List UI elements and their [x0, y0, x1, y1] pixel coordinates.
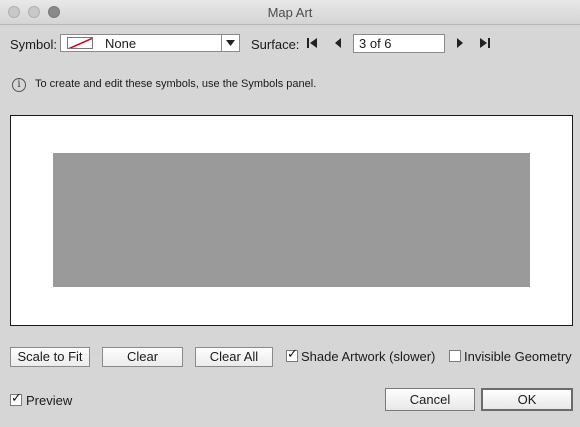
- preview-label: Preview: [26, 393, 73, 408]
- invisible-geometry-label: Invisible Geometry: [464, 349, 572, 364]
- cancel-button[interactable]: Cancel: [385, 388, 475, 411]
- scale-to-fit-button[interactable]: Scale to Fit: [10, 347, 90, 367]
- map-art-dialog: Map Art Symbol: None Surface: 3 of 6 i T…: [0, 0, 580, 427]
- shade-artwork-checkbox[interactable]: ✓: [286, 346, 298, 362]
- clear-all-button[interactable]: Clear All: [195, 347, 273, 367]
- window-title: Map Art: [267, 5, 313, 20]
- shade-artwork-label: Shade Artwork (slower): [301, 349, 436, 364]
- surface-number-field[interactable]: 3 of 6: [353, 34, 445, 53]
- surface-label: Surface:: [251, 37, 300, 52]
- first-icon: [306, 37, 318, 49]
- none-swatch-icon: [67, 37, 93, 49]
- clear-button[interactable]: Clear: [102, 347, 183, 367]
- first-surface-button[interactable]: [306, 37, 318, 49]
- chevron-down-icon[interactable]: [221, 35, 239, 51]
- info-message: To create and edit these symbols, use th…: [35, 78, 317, 90]
- artwork-preview[interactable]: [10, 115, 573, 326]
- last-surface-button[interactable]: [479, 37, 491, 49]
- symbol-dropdown[interactable]: None: [60, 34, 240, 52]
- checkmark-icon: ✓: [287, 346, 298, 361]
- title-bar: Map Art: [0, 0, 580, 25]
- symbol-label: Symbol:: [10, 37, 57, 52]
- previous-surface-button[interactable]: [332, 37, 344, 49]
- previous-icon: [332, 37, 344, 49]
- ok-button[interactable]: OK: [481, 388, 573, 411]
- next-surface-button[interactable]: [454, 37, 466, 49]
- preview-checkbox[interactable]: ✓: [10, 390, 22, 406]
- checkmark-icon: ✓: [11, 390, 22, 405]
- surface-preview[interactable]: [53, 153, 530, 287]
- last-icon: [479, 37, 491, 49]
- symbol-dropdown-value: None: [105, 36, 137, 51]
- next-icon: [454, 37, 466, 49]
- info-icon: i: [12, 78, 26, 92]
- invisible-geometry-checkbox[interactable]: [449, 350, 461, 362]
